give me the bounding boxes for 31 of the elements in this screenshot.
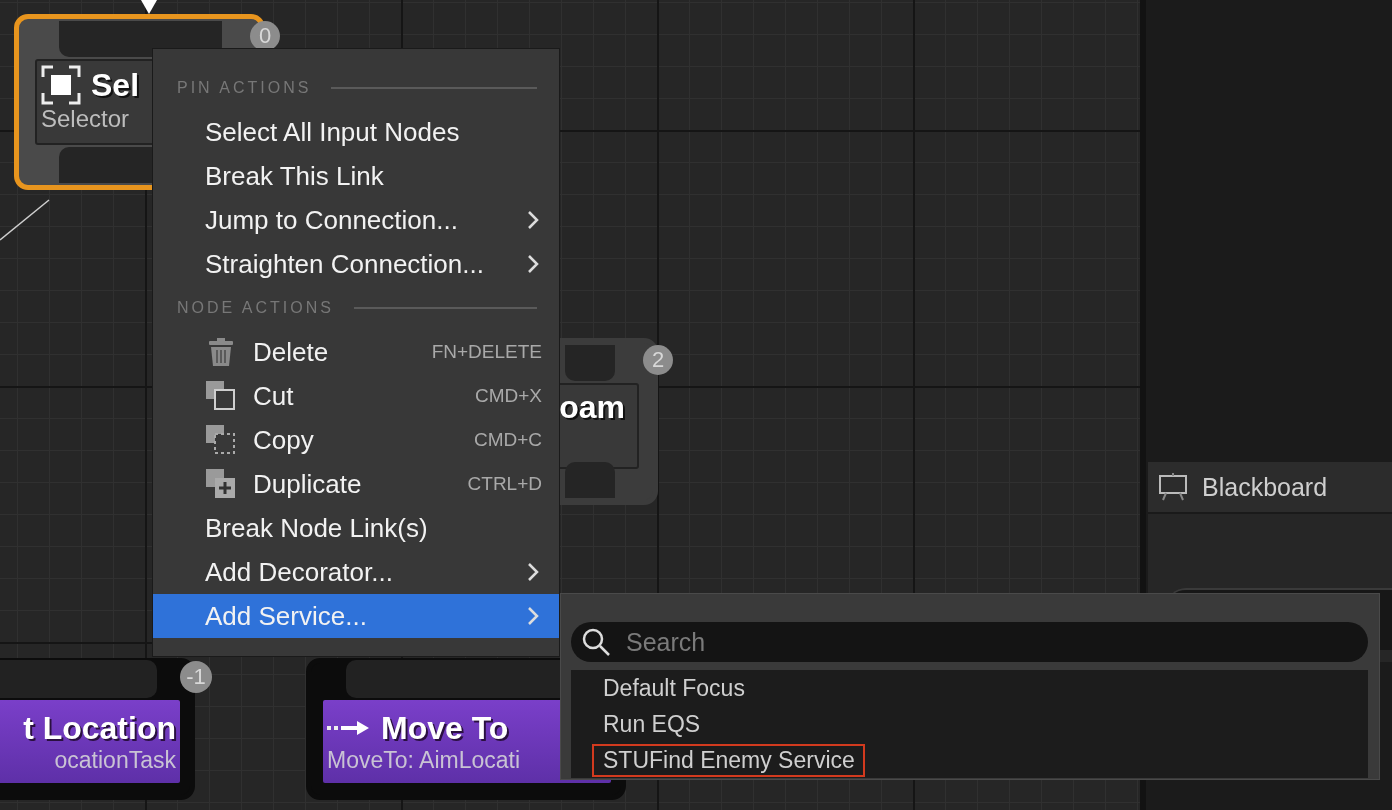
- chevron-right-icon: [527, 254, 539, 274]
- search-field[interactable]: Search: [571, 622, 1368, 662]
- order-badge: -1: [180, 661, 212, 693]
- chevron-right-icon: [527, 562, 539, 582]
- service-item[interactable]: STUFind Enemy Service: [592, 743, 865, 777]
- panel-title: Blackboard: [1202, 472, 1328, 502]
- menu-item[interactable]: Add Service...: [153, 594, 559, 638]
- menu-item[interactable]: Jump to Connection...: [153, 198, 559, 242]
- section-heading: NODE ACTIONS: [177, 299, 334, 317]
- easel-icon: [1158, 472, 1188, 502]
- node-subtitle: MoveTo: AimLocati: [327, 746, 522, 774]
- node-title: oam: [559, 389, 625, 426]
- duplicate-icon: [205, 468, 237, 500]
- connection-wire: [0, 199, 50, 241]
- selector-icon: [41, 65, 81, 105]
- dotted-arrow-icon: [327, 718, 371, 738]
- node-subtitle: ocationTask: [54, 746, 176, 774]
- pin-arrow-icon: [139, 0, 159, 14]
- node-title: Move To: [381, 709, 509, 747]
- menu-item[interactable]: Add Decorator...: [153, 550, 559, 594]
- copy-icon: [205, 424, 237, 456]
- menu-item[interactable]: Break Node Link(s): [153, 506, 559, 550]
- input-pin-bar[interactable]: [59, 21, 222, 57]
- chevron-right-icon: [527, 606, 539, 626]
- menu-item[interactable]: Straighten Connection...: [153, 242, 559, 286]
- search-icon: [581, 627, 611, 657]
- overlapping-squares-icon: [205, 380, 237, 412]
- node-title: t Location: [23, 709, 176, 747]
- order-badge: 2: [643, 345, 673, 375]
- chevron-right-icon: [527, 210, 539, 230]
- node-title: Sel: [91, 66, 140, 104]
